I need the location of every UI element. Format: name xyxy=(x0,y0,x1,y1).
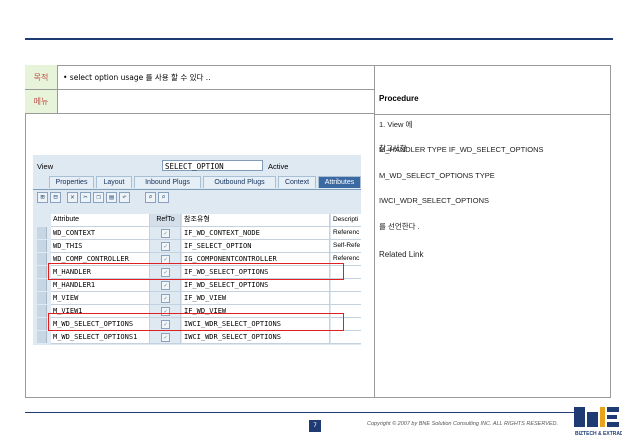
procedure-line: 1. View 에 xyxy=(379,119,413,129)
row-selector[interactable] xyxy=(37,279,47,291)
view-status: Active xyxy=(268,162,289,171)
attr-cell[interactable]: WD_THIS xyxy=(51,240,150,252)
copy-icon[interactable]: ❐ xyxy=(93,192,104,203)
view-row: View SELECT_OPTION Active xyxy=(33,160,361,173)
footer-rule xyxy=(25,412,575,413)
find-icon[interactable]: ⌕ xyxy=(145,192,156,203)
desc-cell[interactable]: Referenc xyxy=(331,227,361,239)
purpose-label: 목적 xyxy=(25,65,58,90)
table-row[interactable]: WD_CONTEXT ✓ IF_WD_CONTEXT_NODE Referenc xyxy=(51,227,361,240)
row-selector[interactable] xyxy=(37,227,47,239)
attr-cell[interactable]: M_WD_SELECT_OPTIONS1 xyxy=(51,331,150,343)
header-rule xyxy=(25,38,613,40)
procedure-title: Procedure xyxy=(379,94,419,103)
procedure-line: 를 선언한다 . xyxy=(379,221,420,231)
find-next-icon[interactable]: ⌕ xyxy=(158,192,169,203)
related-link-label: Related Link xyxy=(379,250,424,259)
refto-checkbox[interactable]: ✓ xyxy=(151,240,181,252)
view-name-field[interactable]: SELECT_OPTION xyxy=(162,160,263,171)
procedure-line: IWCI_WDR_SELECT_OPTIONS xyxy=(379,196,490,205)
highlight-m-handler xyxy=(48,263,344,280)
tab-properties[interactable]: Properties xyxy=(49,176,94,188)
tab-bar: Properties Layout Inbound Plugs Outbound… xyxy=(33,176,361,190)
table-row[interactable]: WD_THIS ✓ IF_SELECT_OPTION Self-Refe xyxy=(51,240,361,253)
menu-text xyxy=(58,90,374,114)
col-attribute: Attribute xyxy=(51,214,150,226)
desc-cell[interactable] xyxy=(331,279,361,291)
type-cell[interactable]: IF_SELECT_OPTION xyxy=(182,240,330,252)
refto-checkbox[interactable]: ✓ xyxy=(151,292,181,304)
type-cell[interactable]: IF_WD_SELECT_OPTIONS xyxy=(182,279,330,291)
table-header: Attribute RefTo 참조유형 Descripti xyxy=(51,214,361,227)
type-cell[interactable]: IF_WD_CONTEXT_NODE xyxy=(182,227,330,239)
table-row[interactable]: M_VIEW ✓ IF_WD_VIEW xyxy=(51,292,361,305)
col-refto: RefTo xyxy=(151,214,181,226)
row-selector[interactable] xyxy=(37,253,47,265)
row-selector[interactable] xyxy=(37,240,47,252)
tab-context[interactable]: Context xyxy=(278,176,316,188)
tab-attributes[interactable]: Attributes xyxy=(318,176,361,188)
tab-layout[interactable]: Layout xyxy=(96,176,132,188)
refto-checkbox[interactable]: ✓ xyxy=(151,279,181,291)
type-cell[interactable]: IWCI_WDR_SELECT_OPTIONS xyxy=(182,331,330,343)
col-ref-type: 참조유형 xyxy=(182,214,330,226)
delete-icon[interactable]: ✕ xyxy=(67,192,78,203)
cut-icon[interactable]: ✂ xyxy=(80,192,91,203)
refto-checkbox[interactable]: ✓ xyxy=(151,331,181,343)
page-number: 7 xyxy=(309,420,321,432)
paste-icon[interactable]: ▤ xyxy=(106,192,117,203)
purpose-text: • select option usage 를 사용 할 수 있다 .. xyxy=(58,65,374,90)
row-selector[interactable] xyxy=(37,305,47,317)
procedure-block: Procedure 1. View 에 M_HANDLER TYPE IF_WD… xyxy=(379,78,543,240)
attr-cell[interactable]: M_VIEW xyxy=(51,292,150,304)
tab-inbound-plugs[interactable]: Inbound Plugs xyxy=(134,176,201,188)
procedure-line: M_WD_SELECT_OPTIONS TYPE xyxy=(379,170,495,180)
col-description: Descripti xyxy=(331,214,361,226)
view-label: View xyxy=(37,162,54,171)
row-selector[interactable] xyxy=(37,331,47,343)
menu-label: 메뉴 xyxy=(25,90,58,114)
insert-row-icon[interactable]: ⊞ xyxy=(37,192,48,203)
refto-checkbox[interactable]: ✓ xyxy=(151,227,181,239)
svg-text:BIZTECH & EXTRAD: BIZTECH & EXTRAD xyxy=(575,431,622,437)
row-selector[interactable] xyxy=(37,292,47,304)
attr-cell[interactable]: M_HANDLER1 xyxy=(51,279,150,291)
attr-cell[interactable]: WD_CONTEXT xyxy=(51,227,150,239)
desc-cell[interactable] xyxy=(331,292,361,304)
highlight-m-wd-select-options xyxy=(48,313,344,331)
copyright-text: Copyright © 2007 by BNE Solution Consult… xyxy=(367,421,559,427)
tab-outbound-plugs[interactable]: Outbound Plugs xyxy=(203,176,276,188)
row-selector[interactable] xyxy=(37,318,47,330)
table-row[interactable]: M_WD_SELECT_OPTIONS1 ✓ IWCI_WDR_SELECT_O… xyxy=(51,331,361,344)
desc-cell[interactable]: Self-Refe xyxy=(331,240,361,252)
row-selector[interactable] xyxy=(37,266,47,278)
table-row[interactable]: M_HANDLER1 ✓ IF_WD_SELECT_OPTIONS xyxy=(51,279,361,292)
bne-logo: BIZTECH & EXTRAD xyxy=(574,407,622,437)
append-row-icon[interactable]: ⊟ xyxy=(50,192,61,203)
desc-cell[interactable] xyxy=(331,331,361,343)
undo-icon[interactable]: ↶ xyxy=(119,192,130,203)
note-label: 참고사항 xyxy=(379,144,407,153)
type-cell[interactable]: IF_WD_VIEW xyxy=(182,292,330,304)
